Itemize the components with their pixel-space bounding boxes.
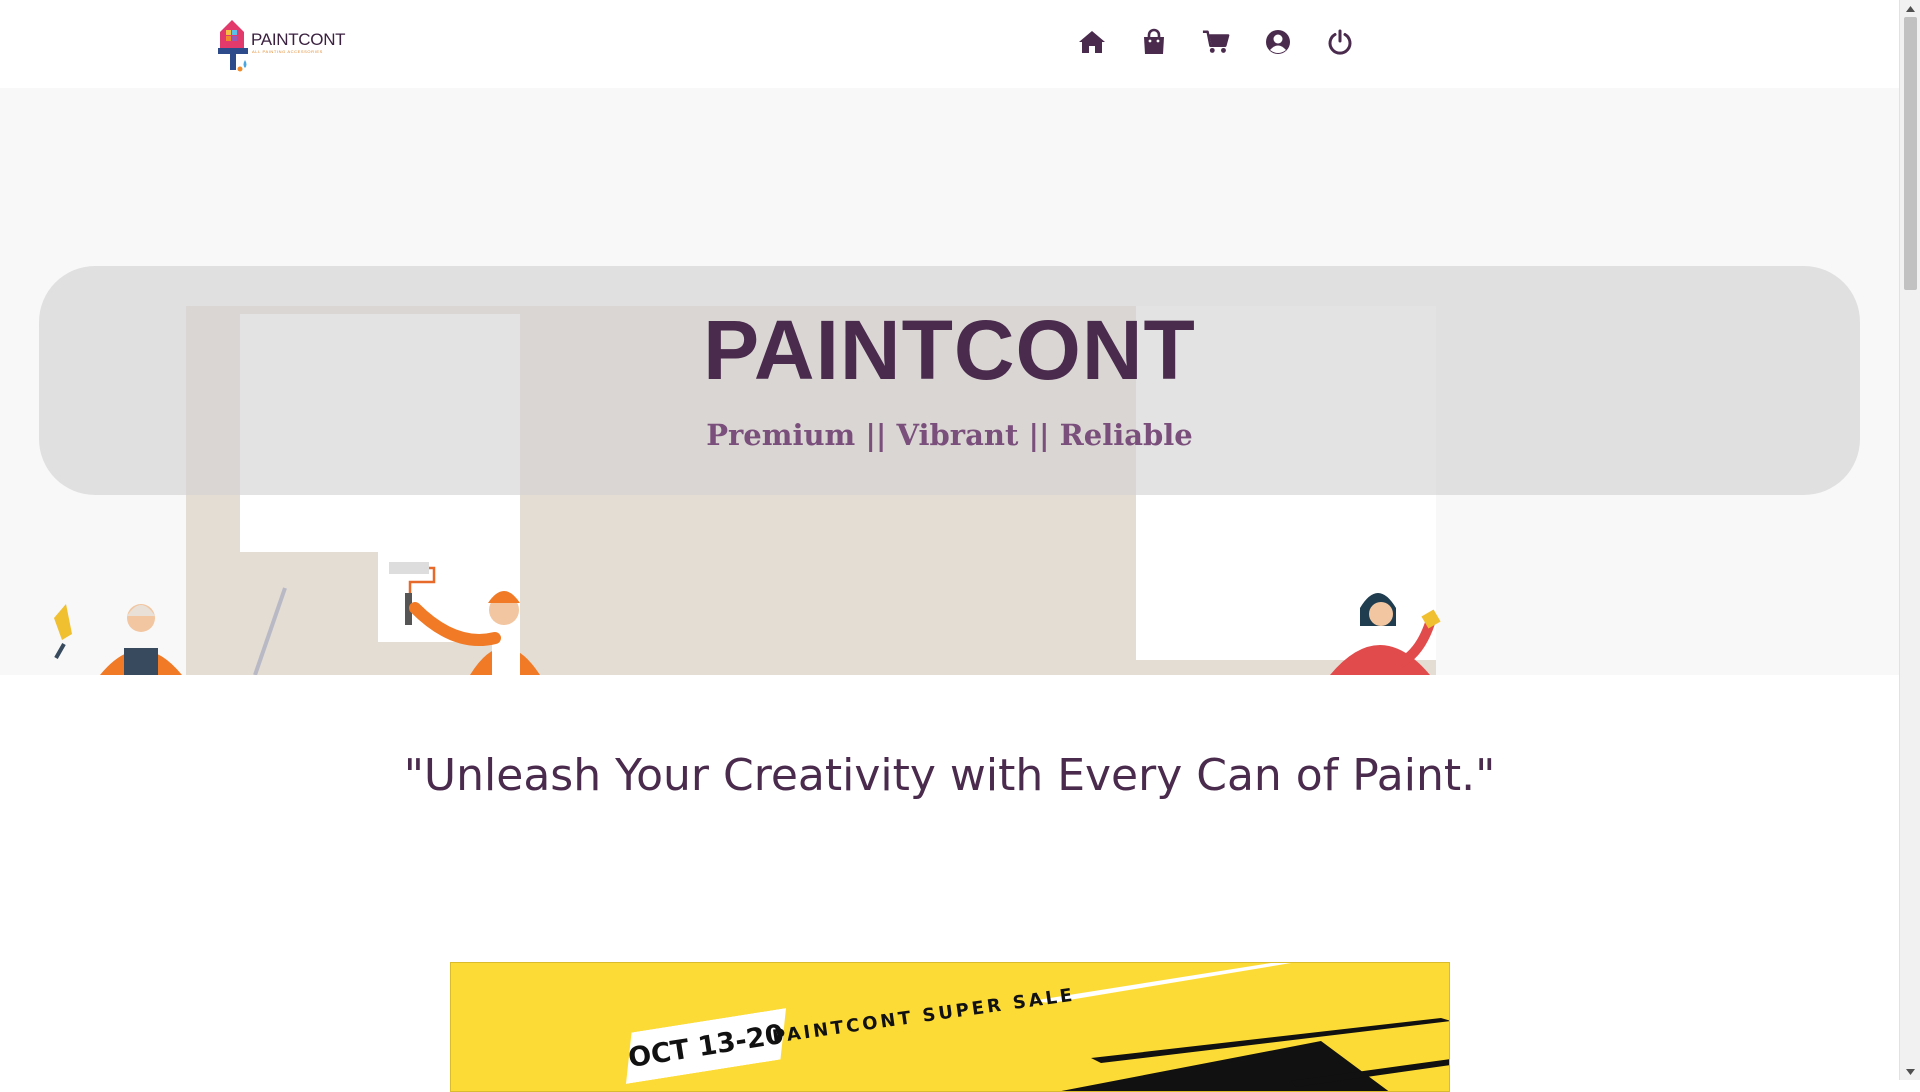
brand-name: PAINTCONT [251, 30, 346, 49]
cart-icon[interactable] [1202, 28, 1230, 56]
scroll-up-arrow-icon[interactable] [1900, 0, 1920, 17]
nav-icons [1078, 28, 1354, 56]
scrollbar-thumb[interactable] [1904, 17, 1917, 290]
sale-banner[interactable]: OCT 13-20 PAINTCONT SUPER SALE [450, 962, 1450, 1092]
scroll-down-arrow-icon[interactable] [1900, 1063, 1920, 1080]
shopping-bag-icon[interactable] [1140, 28, 1168, 56]
brand-tagline-small: ALL PAINTING ACCESSORIES [252, 49, 323, 54]
hero-title: PAINTCONT [703, 303, 1196, 397]
brand-logo[interactable]: PAINTCONT ALL PAINTING ACCESSORIES [218, 18, 346, 74]
home-icon[interactable] [1078, 28, 1106, 56]
vertical-scrollbar[interactable] [1899, 0, 1920, 1080]
power-icon[interactable] [1326, 28, 1354, 56]
navbar: PAINTCONT ALL PAINTING ACCESSORIES [0, 0, 1899, 88]
hero-banner: PAINTCONT Premium || Vibrant || Reliable [39, 266, 1860, 495]
tagline-quote: "Unleash Your Creativity with Every Can … [403, 750, 1496, 801]
sale-banner-stripes [1031, 963, 1449, 1091]
paint-house-logo-icon [218, 20, 248, 72]
hero-section: PAINTCONT Premium || Vibrant || Reliable [0, 88, 1899, 675]
hero-subtitle: Premium || Vibrant || Reliable [706, 418, 1193, 452]
user-circle-icon[interactable] [1264, 28, 1292, 56]
